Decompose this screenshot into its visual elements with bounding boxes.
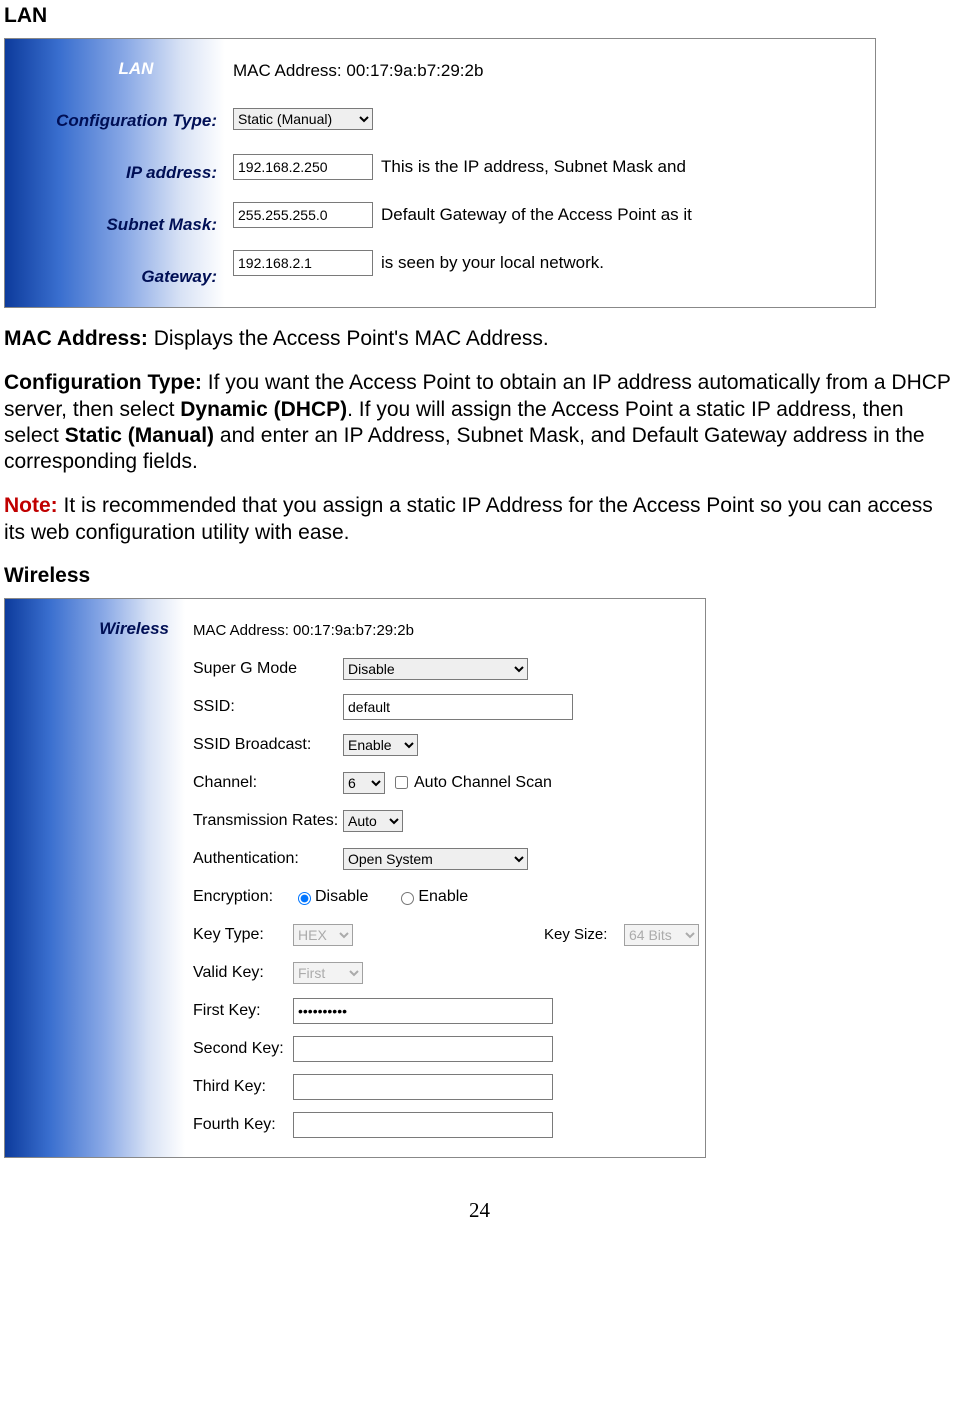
config-type-bold-1: Dynamic (DHCP)	[180, 398, 347, 421]
encryption-enable-text: Enable	[418, 888, 468, 905]
ssid-broadcast-select[interactable]: Enable	[343, 734, 418, 756]
auto-channel-label: Auto Channel Scan	[414, 774, 552, 792]
encryption-label: Encryption:	[193, 888, 293, 906]
note-label: Note:	[4, 494, 58, 517]
fourth-key-label: Fourth Key:	[193, 1116, 293, 1134]
valid-key-select: First	[293, 962, 363, 984]
config-type-select[interactable]: Static (Manual)	[233, 108, 373, 130]
superg-label: Super G Mode	[193, 660, 343, 678]
auth-select[interactable]: Open System	[343, 848, 528, 870]
first-key-label: First Key:	[193, 1002, 293, 1020]
lan-panel: LAN Configuration Type: IP address: Subn…	[4, 38, 876, 308]
auth-label: Authentication:	[193, 850, 343, 868]
wireless-panel: Wireless MAC Address: 00:17:9a:b7:29:2b …	[4, 598, 706, 1158]
channel-select[interactable]: 6	[343, 772, 385, 794]
channel-label: Channel:	[193, 774, 343, 792]
fourth-key-input[interactable]	[293, 1112, 553, 1138]
encryption-enable-option[interactable]: Enable	[396, 888, 468, 906]
tx-rates-label: Transmission Rates:	[193, 812, 343, 830]
tx-rates-select[interactable]: Auto	[343, 810, 403, 832]
page-number: 24	[4, 1198, 955, 1223]
config-type-paragraph: Configuration Type: If you want the Acce…	[4, 370, 955, 475]
mac-address-text: Displays the Access Point's MAC Address.	[148, 327, 549, 350]
gateway-input[interactable]	[233, 250, 373, 276]
lan-section-heading: LAN	[4, 4, 955, 28]
note-paragraph: Note: It is recommended that you assign …	[4, 493, 955, 546]
ssid-broadcast-label: SSID Broadcast:	[193, 736, 343, 754]
lan-sidebar-cfgtype: Configuration Type:	[5, 101, 225, 141]
valid-key-label: Valid Key:	[193, 964, 293, 982]
lan-sidebar-title: LAN	[5, 49, 225, 89]
ssid-label: SSID:	[193, 698, 343, 716]
lan-desc-3: is seen by your local network.	[381, 253, 604, 273]
note-text: It is recommended that you assign a stat…	[4, 494, 933, 543]
mac-address-label: MAC Address:	[4, 327, 148, 350]
config-type-label: Configuration Type:	[4, 371, 202, 394]
lan-mac-text: MAC Address: 00:17:9a:b7:29:2b	[233, 61, 483, 81]
lan-sidebar-gateway: Gateway:	[5, 257, 225, 297]
third-key-input[interactable]	[293, 1074, 553, 1100]
lan-sidebar-ip: IP address:	[5, 153, 225, 193]
encryption-disable-option[interactable]: Disable	[293, 888, 368, 906]
wireless-section-heading: Wireless	[4, 564, 955, 588]
key-type-label: Key Type:	[193, 926, 293, 944]
config-type-bold-2: Static (Manual)	[65, 424, 214, 447]
ip-address-input[interactable]	[233, 154, 373, 180]
wireless-mac-text: MAC Address: 00:17:9a:b7:29:2b	[193, 622, 414, 639]
key-type-select: HEX	[293, 924, 353, 946]
wireless-sidebar-title: Wireless	[5, 609, 185, 649]
lan-sidebar: LAN Configuration Type: IP address: Subn…	[5, 39, 225, 307]
second-key-input[interactable]	[293, 1036, 553, 1062]
lan-desc-2: Default Gateway of the Access Point as i…	[381, 205, 692, 225]
superg-select[interactable]: Disable	[343, 658, 528, 680]
second-key-label: Second Key:	[193, 1040, 293, 1058]
third-key-label: Third Key:	[193, 1078, 293, 1096]
subnet-mask-input[interactable]	[233, 202, 373, 228]
lan-sidebar-subnet: Subnet Mask:	[5, 205, 225, 245]
wireless-sidebar: Wireless	[5, 599, 185, 1157]
ssid-input[interactable]	[343, 694, 573, 720]
encryption-enable-radio[interactable]	[401, 892, 414, 905]
key-size-select: 64 Bits	[624, 924, 699, 946]
first-key-input[interactable]	[293, 998, 553, 1024]
encryption-disable-radio[interactable]	[298, 892, 311, 905]
auto-channel-checkbox[interactable]	[395, 776, 408, 789]
key-size-label: Key Size:	[544, 926, 624, 943]
lan-content: MAC Address: 00:17:9a:b7:29:2b Static (M…	[225, 39, 875, 307]
encryption-disable-text: Disable	[315, 888, 368, 905]
mac-address-paragraph: MAC Address: Displays the Access Point's…	[4, 326, 955, 352]
lan-desc-1: This is the IP address, Subnet Mask and	[381, 157, 686, 177]
wireless-content: MAC Address: 00:17:9a:b7:29:2b Super G M…	[185, 599, 705, 1157]
